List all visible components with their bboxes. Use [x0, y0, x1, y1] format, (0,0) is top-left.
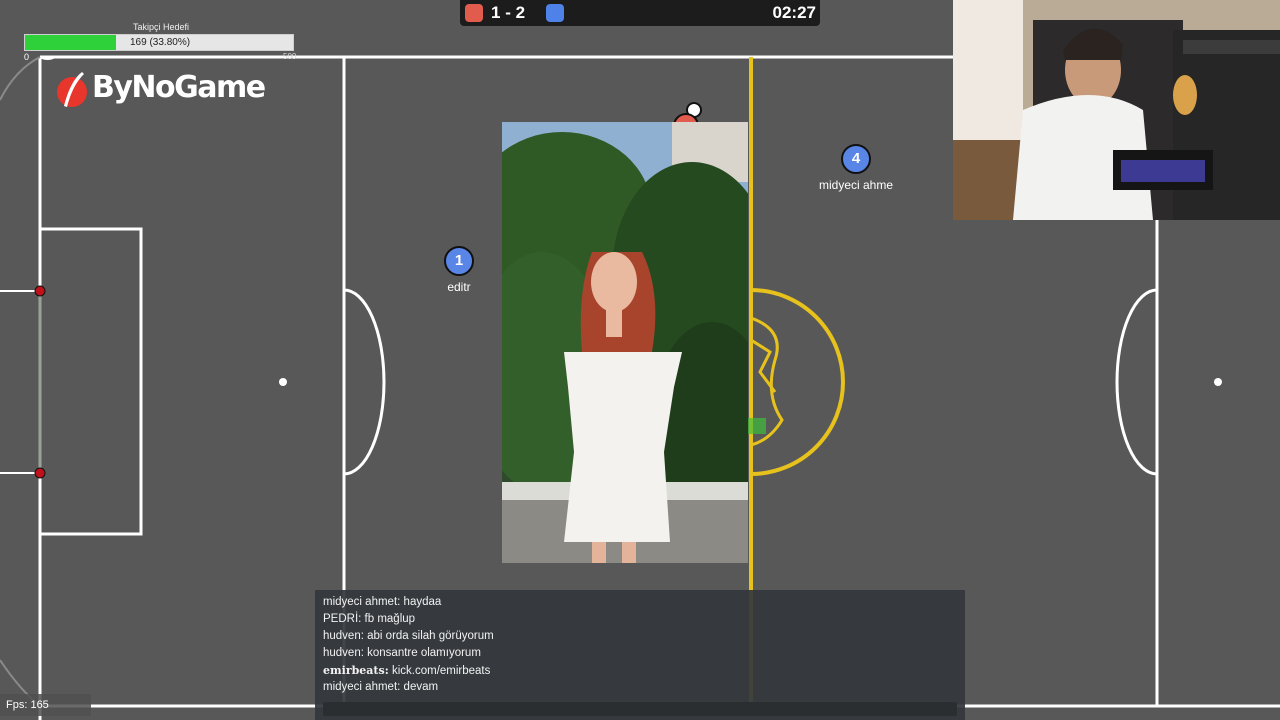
chat-username: midyeci ahmet: [323, 596, 401, 608]
scoreboard: 1 - 2 02:27 [460, 0, 820, 26]
player-midyeci: 4 midyeci ahme [796, 144, 916, 192]
chat-text: kick.com/emirbeats [391, 665, 491, 677]
fps-counter: Fps: 165 [0, 694, 91, 716]
follower-goal-min: 0 [24, 52, 30, 62]
player-disc: 4 [841, 144, 871, 174]
chat-panel: midyeci ahmet: haydaa PEDRİ: fb mağlup h… [315, 590, 965, 720]
logo-text: ByNoGame [92, 70, 266, 105]
score-separator: - [505, 3, 511, 22]
chat-input[interactable] [323, 702, 957, 716]
chat-username: PEDRİ: [323, 613, 362, 625]
chat-message: midyeci ahmet: devam [323, 681, 438, 693]
chat-message: hudven: abi orda silah görüyorum [323, 630, 494, 642]
follower-goal-bar: 169 (33.80%) [24, 34, 294, 51]
player-name: midyeci ahme [818, 178, 894, 192]
chat-message: midyeci ahmet: haydaa [323, 596, 441, 608]
player-name: editr [447, 280, 471, 294]
bynogame-logo: ByNoGame [56, 66, 276, 114]
blue-team-chip [546, 4, 564, 22]
red-team-chip [465, 4, 483, 22]
chat-text: devam [403, 681, 439, 693]
chat-username: midyeci ahmet: [323, 681, 401, 693]
chat-message: PEDRİ: fb mağlup [323, 613, 415, 625]
chat-username: hudven: [323, 647, 364, 659]
follower-goal-max: 500 [283, 52, 297, 61]
follower-goal-fill [25, 35, 116, 50]
match-clock: 02:27 [772, 3, 816, 22]
follower-goal-title: Takipçi Hedefi [133, 22, 190, 32]
chat-message: hudven: konsantre olamıyorum [323, 647, 481, 659]
webcam-feed [953, 0, 1280, 220]
chat-text: konsantre olamıyorum [367, 647, 481, 659]
chat-text: haydaa [403, 596, 442, 608]
chat-text: abi orda silah görüyorum [367, 630, 494, 642]
player-disc: 1 [444, 246, 474, 276]
chat-text: fb mağlup [364, 613, 416, 625]
score: 1 - 2 [491, 3, 525, 23]
chat-username: emirbeats: [323, 664, 389, 677]
feather-pen-icon [57, 72, 87, 107]
blue-score: 2 [515, 3, 526, 22]
player-editr: 1 editr [399, 246, 519, 294]
follower-goal-text: 169 (33.80%) [130, 37, 191, 48]
chat-message: emirbeats: kick.com/emirbeats [323, 664, 490, 677]
red-score: 1 [491, 3, 501, 22]
chat-username: hudven: [323, 630, 364, 642]
overlay-photo [502, 122, 748, 563]
